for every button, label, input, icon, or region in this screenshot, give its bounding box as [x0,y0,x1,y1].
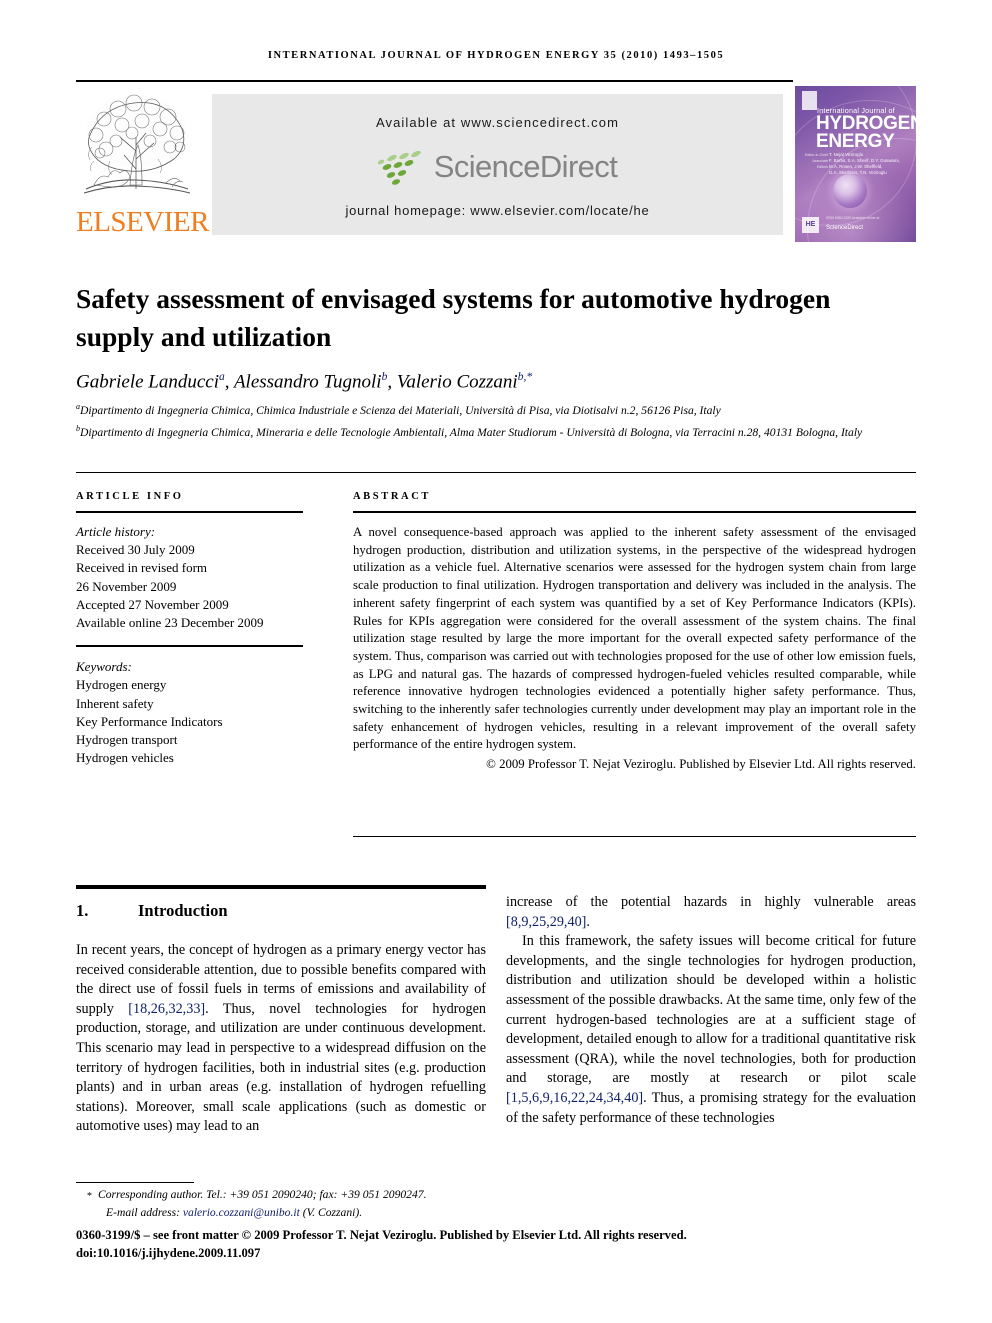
footnote-block: * Corresponding author. Tel.: +39 051 20… [76,1186,916,1221]
imprint-line: 0360-3199/$ – see front matter © 2009 Pr… [76,1228,687,1242]
body-paragraph: In recent years, the concept of hydrogen… [76,941,486,1137]
body-paragraph: In this framework, the safety issues wil… [506,932,916,1128]
cover-editors: T. Nejat Veziroglu F. Barbir, S.A. Sheri… [829,152,900,175]
sciencedirect-leaves-icon [377,150,421,185]
abstract-heading: ABSTRACT [353,491,431,502]
masthead: ELSEVIER Available at www.sciencedirect.… [76,86,916,242]
imprint-block: 0360-3199/$ – see front matter © 2009 Pr… [76,1226,936,1262]
abstract-bottom-divider [353,836,916,837]
affiliation-text: Dipartimento di Ingegneria Chimica, Chim… [80,403,721,417]
keyword-item: Inherent safety [76,695,154,711]
sciencedirect-banner: Available at www.sciencedirect.com Scien… [212,94,783,235]
author-affil-marker: b [381,371,388,383]
author-list: Gabriele Landuccia, Alessandro Tugnolib,… [76,371,533,393]
keyword-item: Hydrogen energy [76,677,167,693]
article-history-block: Article history: Received 30 July 2009 R… [76,523,314,632]
citation-reference[interactable]: [8,9,25,29,40] [506,914,586,930]
article-info-heading: ARTICLE INFO [76,491,184,502]
corresponding-author-note: Corresponding author. Tel.: +39 051 2090… [98,1188,427,1201]
abstract-copyright: © 2009 Professor T. Nejat Veziroglu. Pub… [486,757,916,772]
body-paragraph: increase of the potential hazards in hig… [506,893,916,932]
abstract-text: A novel consequence-based approach was a… [353,525,916,752]
article-history-label: Article history: [76,524,156,539]
article-history-item: Received 30 July 2009 [76,542,195,558]
keywords-block: Keywords: Hydrogen energy Inherent safet… [76,658,314,767]
section-title: Introduction [138,901,228,920]
section-number: 1. [76,901,89,920]
affiliation-text: Dipartimento di Ingegneria Chimica, Mine… [80,426,863,440]
keyword-item: Hydrogen transport [76,732,178,748]
keywords-label: Keywords: [76,659,132,675]
email-label: E-mail address: [106,1205,180,1219]
article-info-column: ARTICLE INFO Article history: Received 3… [76,491,314,767]
elsevier-logo: ELSEVIER [76,89,209,242]
email-owner: (V. Cozzani). [302,1205,363,1219]
sciencedirect-logo: ScienceDirect [212,144,783,190]
cover-elsevier-badge [802,91,817,110]
footnote-divider [76,1182,194,1183]
author-affil-marker: b,* [517,371,533,383]
email-link[interactable]: valerio.cozzani@unibo.it [183,1206,300,1219]
abstract-column: ABSTRACT A novel consequence-based appro… [353,491,916,774]
affiliation-item: bDipartimento di Ingegneria Chimica, Min… [76,420,916,442]
running-head: INTERNATIONAL JOURNAL OF HYDROGEN ENERGY… [267,50,725,61]
cover-he-badge: HE [802,217,819,233]
paragraph-text: . Thus, novel technologies for hydrogen … [76,1000,486,1135]
paragraph-text: . [586,913,590,930]
citation-reference[interactable]: [18,26,32,33] [128,1001,205,1017]
paragraph-text: increase of the potential hazards in hig… [506,894,916,910]
author-affil-marker: a [219,371,225,383]
available-at-text: Available at www.sciencedirect.com [375,115,620,130]
elsevier-tree-icon [80,89,193,202]
article-history-item: Accepted 27 November 2009 [76,596,229,612]
cover-title-line2: ENERGY [816,131,895,152]
journal-cover-thumbnail: International Journal of HYDROGEN ENERGY… [795,86,916,242]
article-history-item: Received in revised form [76,560,208,576]
journal-article-page: INTERNATIONAL JOURNAL OF HYDROGEN ENERGY… [0,0,992,1323]
page-title: Safety assessment of envisaged systems f… [76,283,831,353]
article-info-divider [76,511,303,513]
abstract-divider [353,511,916,513]
corresponding-author-marker: * [87,1191,92,1202]
author-name: Gabriele Landucci [76,371,220,393]
email-note: E-mail address: valerio.cozzani@unibo.it… [106,1204,916,1222]
author-name: Alessandro Tugnoli [233,371,382,393]
header-divider [76,80,793,82]
introduction-top-rule [76,885,486,889]
article-history-item: Available online 23 December 2009 [76,615,264,631]
keyword-item: Hydrogen vehicles [76,750,174,766]
abstract-section-top-divider [76,472,916,473]
affiliation-list: aDipartimento di Ingegneria Chimica, Chi… [76,398,916,443]
body-column-right: increase of the potential hazards in hig… [506,893,916,1128]
article-history-item: 26 November 2009 [76,578,177,594]
section-heading-introduction: 1. Introduction [76,900,486,922]
keywords-divider [76,645,303,648]
cover-sphere-graphic [833,174,867,208]
body-column-left: 1. Introduction In recent years, the con… [76,893,486,1137]
keyword-item: Key Performance Indicators [76,713,223,729]
author-name: Valerio Cozzani [396,371,518,393]
cover-issn-line: ISSN 0360-3199 Available online at [826,216,880,220]
doi-line: doi:10.1016/j.ijhydene.2009.11.097 [76,1246,261,1260]
journal-homepage-text: journal homepage: www.elsevier.com/locat… [345,203,650,218]
paragraph-text: In this framework, the safety issues wil… [506,933,916,1087]
affiliation-item: aDipartimento di Ingegneria Chimica, Chi… [76,398,916,420]
citation-reference[interactable]: [1,5,6,9,16,22,24,34,40] [506,1090,643,1106]
sciencedirect-wordmark: ScienceDirect [433,149,618,184]
cover-sciencedirect-label: ScienceDirect [826,225,864,231]
cover-editors-label: Editor-in-Chief Associate Editors [805,153,828,169]
elsevier-wordmark: ELSEVIER [76,206,209,238]
